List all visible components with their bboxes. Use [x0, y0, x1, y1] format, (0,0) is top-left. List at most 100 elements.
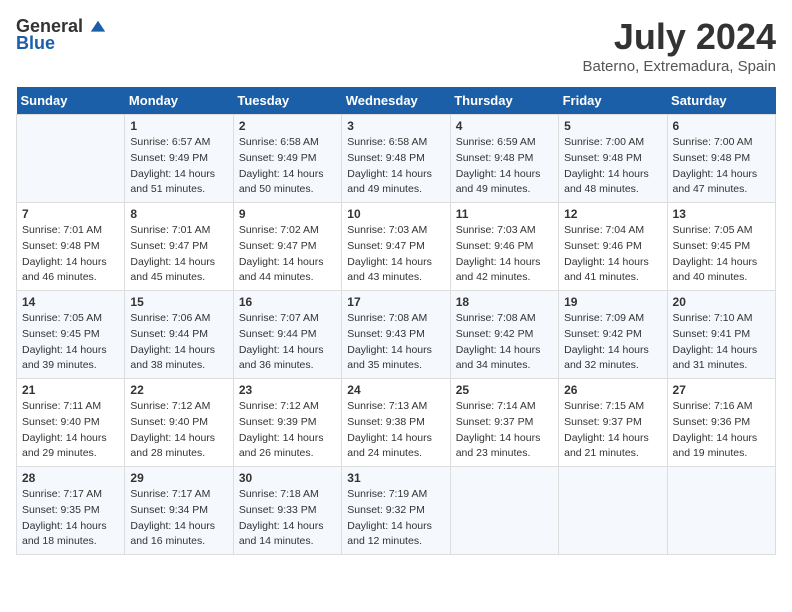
header-row: SundayMondayTuesdayWednesdayThursdayFrid…: [17, 87, 776, 115]
calendar-cell: 22 Sunrise: 7:12 AM Sunset: 9:40 PM Dayli…: [125, 379, 233, 467]
calendar-cell: 20 Sunrise: 7:10 AM Sunset: 9:41 PM Dayli…: [667, 291, 775, 379]
day-number: 26: [564, 383, 661, 397]
calendar-table: SundayMondayTuesdayWednesdayThursdayFrid…: [16, 87, 776, 555]
day-info: Sunrise: 7:12 AM Sunset: 9:40 PM Dayligh…: [130, 399, 227, 462]
day-number: 11: [456, 207, 553, 221]
logo: General Blue: [16, 16, 108, 54]
day-number: 10: [347, 207, 444, 221]
calendar-cell: 11 Sunrise: 7:03 AM Sunset: 9:46 PM Dayli…: [450, 203, 558, 291]
calendar-cell: 16 Sunrise: 7:07 AM Sunset: 9:44 PM Dayli…: [233, 291, 341, 379]
day-number: 7: [22, 207, 119, 221]
day-number: 12: [564, 207, 661, 221]
day-number: 3: [347, 119, 444, 133]
day-number: 20: [673, 295, 770, 309]
calendar-week-row: 1 Sunrise: 6:57 AM Sunset: 9:49 PM Daylig…: [17, 115, 776, 203]
calendar-cell: 12 Sunrise: 7:04 AM Sunset: 9:46 PM Dayli…: [559, 203, 667, 291]
day-info: Sunrise: 7:17 AM Sunset: 9:34 PM Dayligh…: [130, 487, 227, 550]
calendar-header: SundayMondayTuesdayWednesdayThursdayFrid…: [17, 87, 776, 115]
calendar-cell: 5Sunrise: 7:00 AM Sunset: 9:48 PM Daylig…: [559, 115, 667, 203]
day-info: Sunrise: 6:58 AM Sunset: 9:49 PM Dayligh…: [239, 135, 336, 198]
day-info: Sunrise: 7:12 AM Sunset: 9:39 PM Dayligh…: [239, 399, 336, 462]
day-number: 27: [673, 383, 770, 397]
day-info: Sunrise: 7:05 AM Sunset: 9:45 PM Dayligh…: [22, 311, 119, 374]
day-number: 15: [130, 295, 227, 309]
calendar-cell: 10 Sunrise: 7:03 AM Sunset: 9:47 PM Dayli…: [342, 203, 450, 291]
day-info: Sunrise: 7:04 AM Sunset: 9:46 PM Dayligh…: [564, 223, 661, 286]
day-info: Sunrise: 7:01 AM Sunset: 9:47 PM Dayligh…: [130, 223, 227, 286]
location-subtitle: Baterno, Extremadura, Spain: [583, 58, 776, 75]
day-info: Sunrise: 7:14 AM Sunset: 9:37 PM Dayligh…: [456, 399, 553, 462]
calendar-cell: 2 Sunrise: 6:58 AM Sunset: 9:49 PM Daylig…: [233, 115, 341, 203]
day-number: 13: [673, 207, 770, 221]
calendar-cell: 18Sunrise: 7:08 AM Sunset: 9:42 PM Dayli…: [450, 291, 558, 379]
day-number: 30: [239, 471, 336, 485]
calendar-cell: [559, 467, 667, 555]
day-number: 14: [22, 295, 119, 309]
day-info: Sunrise: 7:09 AM Sunset: 9:42 PM Dayligh…: [564, 311, 661, 374]
day-number: 2: [239, 119, 336, 133]
calendar-cell: 3 Sunrise: 6:58 AM Sunset: 9:48 PM Daylig…: [342, 115, 450, 203]
calendar-cell: 31 Sunrise: 7:19 AM Sunset: 9:32 PM Dayli…: [342, 467, 450, 555]
day-info: Sunrise: 6:57 AM Sunset: 9:49 PM Dayligh…: [130, 135, 227, 198]
day-info: Sunrise: 7:15 AM Sunset: 9:37 PM Dayligh…: [564, 399, 661, 462]
day-info: Sunrise: 7:03 AM Sunset: 9:47 PM Dayligh…: [347, 223, 444, 286]
day-number: 29: [130, 471, 227, 485]
calendar-cell: 27Sunrise: 7:16 AM Sunset: 9:36 PM Dayli…: [667, 379, 775, 467]
calendar-cell: 29 Sunrise: 7:17 AM Sunset: 9:34 PM Dayli…: [125, 467, 233, 555]
calendar-cell: 8Sunrise: 7:01 AM Sunset: 9:47 PM Daylig…: [125, 203, 233, 291]
weekday-header: Monday: [125, 87, 233, 115]
day-info: Sunrise: 7:05 AM Sunset: 9:45 PM Dayligh…: [673, 223, 770, 286]
weekday-header: Wednesday: [342, 87, 450, 115]
calendar-cell: 6 Sunrise: 7:00 AM Sunset: 9:48 PM Daylig…: [667, 115, 775, 203]
day-number: 18: [456, 295, 553, 309]
calendar-cell: 21Sunrise: 7:11 AM Sunset: 9:40 PM Dayli…: [17, 379, 125, 467]
calendar-week-row: 21Sunrise: 7:11 AM Sunset: 9:40 PM Dayli…: [17, 379, 776, 467]
day-info: Sunrise: 6:58 AM Sunset: 9:48 PM Dayligh…: [347, 135, 444, 198]
calendar-cell: 24Sunrise: 7:13 AM Sunset: 9:38 PM Dayli…: [342, 379, 450, 467]
day-number: 4: [456, 119, 553, 133]
calendar-cell: 30Sunrise: 7:18 AM Sunset: 9:33 PM Dayli…: [233, 467, 341, 555]
day-info: Sunrise: 7:01 AM Sunset: 9:48 PM Dayligh…: [22, 223, 119, 286]
calendar-cell: 25 Sunrise: 7:14 AM Sunset: 9:37 PM Dayli…: [450, 379, 558, 467]
logo-general-text: General Blue: [16, 16, 108, 54]
calendar-week-row: 7 Sunrise: 7:01 AM Sunset: 9:48 PM Daylig…: [17, 203, 776, 291]
day-number: 1: [130, 119, 227, 133]
page-header: General Blue July 2024 Baterno, Extremad…: [16, 16, 776, 75]
day-number: 31: [347, 471, 444, 485]
calendar-body: 1 Sunrise: 6:57 AM Sunset: 9:49 PM Daylig…: [17, 115, 776, 555]
calendar-cell: 13 Sunrise: 7:05 AM Sunset: 9:45 PM Dayli…: [667, 203, 775, 291]
day-number: 6: [673, 119, 770, 133]
day-info: Sunrise: 7:13 AM Sunset: 9:38 PM Dayligh…: [347, 399, 444, 462]
day-info: Sunrise: 7:19 AM Sunset: 9:32 PM Dayligh…: [347, 487, 444, 550]
day-info: Sunrise: 7:00 AM Sunset: 9:48 PM Dayligh…: [564, 135, 661, 198]
calendar-cell: 23 Sunrise: 7:12 AM Sunset: 9:39 PM Dayli…: [233, 379, 341, 467]
calendar-cell: 1 Sunrise: 6:57 AM Sunset: 9:49 PM Daylig…: [125, 115, 233, 203]
day-info: Sunrise: 7:07 AM Sunset: 9:44 PM Dayligh…: [239, 311, 336, 374]
logo-icon: [89, 19, 107, 37]
day-number: 25: [456, 383, 553, 397]
title-block: July 2024 Baterno, Extremadura, Spain: [583, 16, 776, 75]
calendar-cell: 17Sunrise: 7:08 AM Sunset: 9:43 PM Dayli…: [342, 291, 450, 379]
day-number: 23: [239, 383, 336, 397]
day-info: Sunrise: 7:06 AM Sunset: 9:44 PM Dayligh…: [130, 311, 227, 374]
day-number: 28: [22, 471, 119, 485]
day-number: 19: [564, 295, 661, 309]
weekday-header: Tuesday: [233, 87, 341, 115]
calendar-cell: 7 Sunrise: 7:01 AM Sunset: 9:48 PM Daylig…: [17, 203, 125, 291]
day-number: 22: [130, 383, 227, 397]
calendar-cell: 28Sunrise: 7:17 AM Sunset: 9:35 PM Dayli…: [17, 467, 125, 555]
calendar-week-row: 14 Sunrise: 7:05 AM Sunset: 9:45 PM Dayli…: [17, 291, 776, 379]
day-info: Sunrise: 6:59 AM Sunset: 9:48 PM Dayligh…: [456, 135, 553, 198]
day-number: 21: [22, 383, 119, 397]
calendar-cell: 14 Sunrise: 7:05 AM Sunset: 9:45 PM Dayli…: [17, 291, 125, 379]
calendar-cell: 19 Sunrise: 7:09 AM Sunset: 9:42 PM Dayli…: [559, 291, 667, 379]
calendar-cell: [17, 115, 125, 203]
day-number: 9: [239, 207, 336, 221]
weekday-header: Saturday: [667, 87, 775, 115]
day-info: Sunrise: 7:10 AM Sunset: 9:41 PM Dayligh…: [673, 311, 770, 374]
day-number: 16: [239, 295, 336, 309]
calendar-week-row: 28Sunrise: 7:17 AM Sunset: 9:35 PM Dayli…: [17, 467, 776, 555]
day-info: Sunrise: 7:00 AM Sunset: 9:48 PM Dayligh…: [673, 135, 770, 198]
weekday-header: Friday: [559, 87, 667, 115]
day-info: Sunrise: 7:03 AM Sunset: 9:46 PM Dayligh…: [456, 223, 553, 286]
